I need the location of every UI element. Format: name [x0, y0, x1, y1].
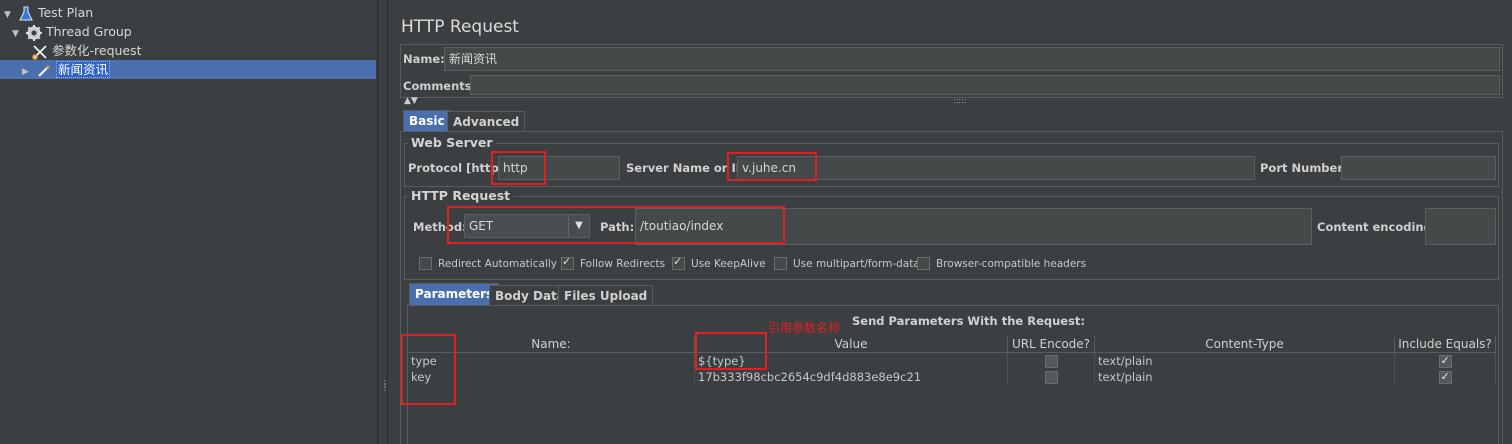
- annotation-box-value: [695, 332, 767, 370]
- tree-item-label: Thread Group: [45, 24, 132, 39]
- param-value-cell[interactable]: 17b333f98cbc2654c9df4d883e8e9c21: [695, 369, 1008, 385]
- redirect-automatically-checkbox[interactable]: Redirect Automatically: [419, 256, 557, 271]
- annotation-box-server: [727, 152, 817, 181]
- content-type-cell[interactable]: text/plain: [1095, 353, 1395, 369]
- name-label: Name:: [403, 52, 445, 66]
- collapse-arrows-icon[interactable]: ▲▼: [404, 96, 418, 106]
- gear-icon: [25, 24, 42, 41]
- scissors-icon: [32, 44, 48, 60]
- test-plan-tree: ▼ Test Plan ▼ Thread Group 参数化-request ▶…: [0, 0, 377, 444]
- tree-item-thread-group[interactable]: ▼ Thread Group: [12, 22, 132, 41]
- port-number-label: Port Number:: [1260, 161, 1348, 175]
- checkbox-label: Use multipart/form-data: [793, 258, 920, 270]
- http-request-panel: HTTP Request Name: 新闻资讯 Comments: ▲▼ :::…: [390, 0, 1512, 444]
- url-encode-cell[interactable]: [1008, 353, 1095, 369]
- tree-item-news[interactable]: ▶ 新闻资讯: [0, 60, 376, 79]
- include-equals-cell[interactable]: [1395, 353, 1496, 369]
- column-header-url-encode[interactable]: URL Encode?: [1008, 336, 1095, 353]
- tab-parameters[interactable]: Parameters: [409, 283, 500, 306]
- checkbox-label: Use KeepAlive: [691, 258, 766, 270]
- name-field[interactable]: 新闻资讯: [444, 47, 1500, 71]
- checkbox-box[interactable]: [774, 256, 787, 270]
- content-type-cell[interactable]: text/plain: [1095, 369, 1395, 385]
- split-pane-divider[interactable]: ⋮ ⋮: [377, 0, 389, 444]
- annotation-text: 引用参数名称: [768, 321, 841, 335]
- tree-item-test-plan[interactable]: ▼ Test Plan: [4, 3, 93, 22]
- expand-arrow-icon[interactable]: ▶: [22, 63, 32, 82]
- send-parameters-title: Send Parameters With the Request:: [852, 314, 1086, 328]
- tree-item-label: 参数化-request: [52, 43, 142, 58]
- url-encode-cell[interactable]: [1008, 369, 1095, 385]
- column-header-include-equals[interactable]: Include Equals?: [1395, 336, 1496, 353]
- use-keepalive-checkbox[interactable]: Use KeepAlive: [672, 255, 766, 271]
- pipette-icon: [36, 63, 52, 79]
- flask-icon: [18, 6, 34, 22]
- use-multipart-checkbox[interactable]: Use multipart/form-data: [774, 256, 920, 271]
- resize-grip-icon[interactable]: :::::: [953, 96, 966, 105]
- page-title: HTTP Request: [401, 17, 519, 37]
- checkbox-box[interactable]: [419, 256, 432, 270]
- column-header-content-type[interactable]: Content-Type: [1095, 336, 1395, 353]
- checkbox-label: Follow Redirects: [580, 258, 666, 270]
- browser-compatible-headers-checkbox[interactable]: Browser-compatible headers: [917, 256, 1087, 271]
- annotation-box-name: [401, 334, 456, 405]
- comments-label: Comments:: [403, 79, 477, 93]
- drag-handle-icon[interactable]: ⋮ ⋮: [381, 380, 389, 396]
- include-equals-checkbox[interactable]: [1438, 353, 1452, 369]
- url-encode-checkbox[interactable]: [1044, 371, 1058, 384]
- checkbox-label: Redirect Automatically: [438, 258, 557, 270]
- checkbox-box[interactable]: [561, 255, 574, 270]
- expand-arrow-icon[interactable]: ▼: [12, 25, 22, 44]
- content-encoding-label: Content encoding:: [1317, 220, 1437, 234]
- follow-redirects-checkbox[interactable]: Follow Redirects: [561, 255, 666, 271]
- annotation-box-protocol: [491, 151, 546, 185]
- include-equals-checkbox[interactable]: [1438, 369, 1452, 385]
- url-encode-checkbox[interactable]: [1044, 355, 1058, 368]
- tree-item-param-request[interactable]: 参数化-request: [32, 41, 142, 60]
- tree-item-label: Test Plan: [37, 5, 94, 20]
- tab-files-upload[interactable]: Files Upload: [558, 285, 654, 306]
- web-server-title: Web Server: [408, 135, 496, 150]
- include-equals-cell[interactable]: [1395, 369, 1496, 385]
- tab-basic[interactable]: Basic: [403, 110, 451, 132]
- content-encoding-field[interactable]: [1425, 208, 1496, 245]
- comments-field[interactable]: [470, 75, 1500, 95]
- checkbox-box[interactable]: [917, 256, 930, 270]
- tree-item-label: 新闻资讯: [55, 61, 110, 78]
- tab-advanced[interactable]: Advanced: [447, 111, 526, 132]
- checkbox-box[interactable]: [672, 255, 685, 270]
- annotation-box-method-path: [447, 206, 785, 244]
- http-request-title: HTTP Request: [408, 188, 514, 203]
- checkbox-label: Browser-compatible headers: [936, 258, 1087, 270]
- port-number-field[interactable]: [1341, 156, 1496, 180]
